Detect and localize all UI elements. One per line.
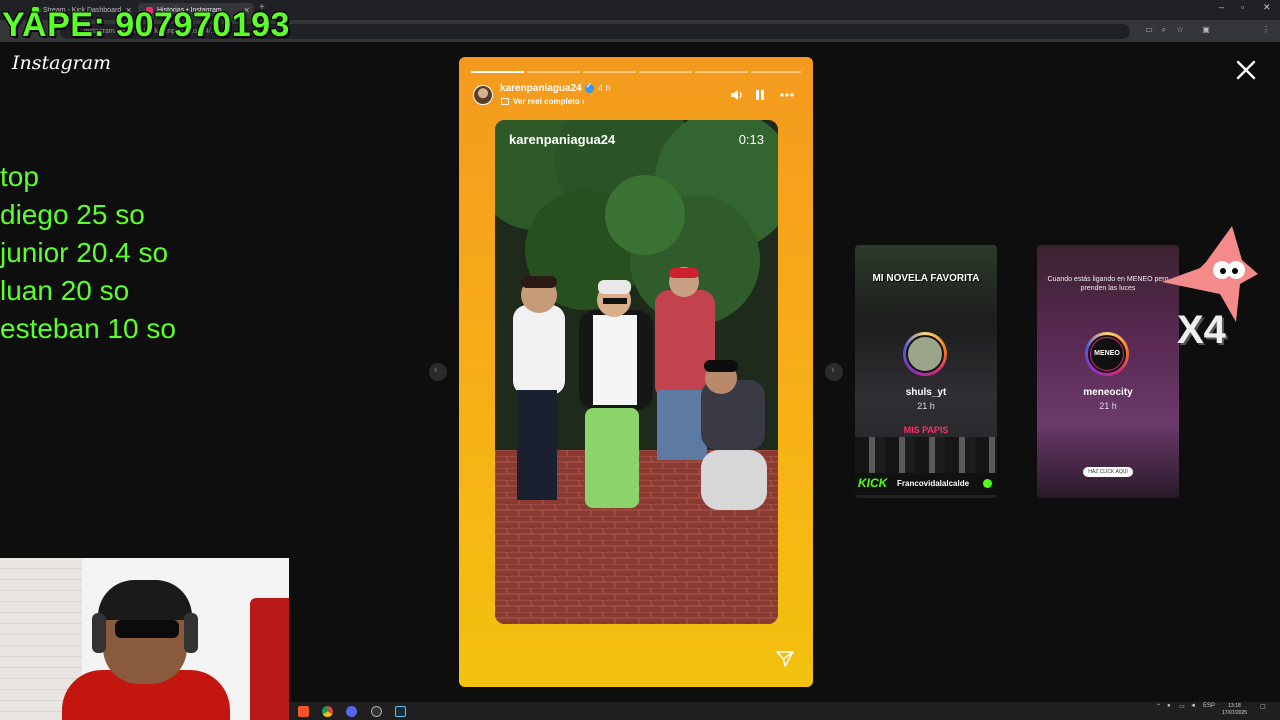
story-avatar[interactable] [473,85,493,105]
video-timestamp: 0:13 [738,132,764,147]
ranking-line: diego 25 so [0,199,145,230]
reel-link-text: Ver reel completo [513,97,580,106]
yape-overlay: YAPE: 907970193 [2,6,290,44]
preview-group-photo [855,437,997,473]
pause-icon[interactable] [752,87,768,103]
headphones-icon [92,613,106,653]
zoom-icon[interactable]: ⌕ [1159,25,1169,35]
send-icon[interactable] [775,649,795,669]
kick-banner: KICK Francovidalalcalde [855,473,997,495]
preview-caption: MI NOVELA FAVORITA [872,273,980,284]
microphone-icon[interactable]: ● [1167,703,1171,709]
previous-story-button[interactable]: ‹ [429,363,447,381]
obs-icon[interactable] [371,706,382,717]
preview-username: shuls_yt [905,387,947,398]
preview-avatar-ring: MENEO [1085,332,1129,376]
verified-badge-icon [584,82,594,93]
preview-time: 21 h [1099,401,1117,411]
preview-label: MIS PAPIS [903,425,949,435]
story-username-text: karenpaniagua24 [500,83,582,94]
next-story-button[interactable]: › [825,363,843,381]
kick-logo: KICK [858,476,888,490]
more-icon[interactable] [779,87,795,103]
meneo-logo: MENEO [1090,337,1124,371]
story-progress-segment [583,71,636,73]
video-username: karenpaniagua24 [509,132,616,147]
ranking-line: junior 20.4 so [0,237,169,268]
x4-sticker: X4 [1177,308,1226,352]
bookmark-star-icon[interactable]: ☆ [1175,25,1185,35]
language-indicator[interactable]: ESP [1203,703,1215,709]
reel-icon [501,98,509,106]
webcam-feed [0,558,289,720]
story-progress-segment [695,71,748,73]
preview-cta-sticker: HAZ CLICK AQUÍ [1083,467,1133,477]
clock-time: 13:18 [1228,703,1241,709]
clock-date: 17/07/2025 [1222,710,1248,716]
extensions-icon[interactable]: ▣ [1201,25,1211,35]
preview-avatar-ring [903,332,947,376]
preview-time: 21 h [917,401,935,411]
window-close-icon[interactable]: ✕ [1263,2,1271,13]
brave-icon[interactable] [298,706,309,717]
preview-username: meneocity [1083,387,1133,398]
discord-icon[interactable] [346,706,357,717]
steam-icon[interactable] [395,706,406,717]
story-preview-shuls[interactable]: MI NOVELA FAVORITA shuls_yt 21 h MIS PAP… [855,245,997,498]
story-video[interactable]: karenpaniagua24 0:13 [495,120,778,624]
close-icon[interactable] [1234,58,1258,82]
speaker-icon[interactable]: ◄ [1190,703,1196,709]
kick-username: Francovidalalcalde [897,479,970,488]
story-username[interactable]: karenpaniagua24 [500,82,594,94]
webcam-sunglasses [115,620,179,638]
story-time-ago: 4 h [598,83,611,93]
ranking-line: luan 20 so [0,275,130,306]
screen: Stream - Kick Dashboard ✕ Historias • In… [0,0,1280,720]
ranking-line: top [0,161,39,192]
story-viewer[interactable]: karenpaniagua24 4 h Ver reel completo › [459,57,813,687]
view-full-reel-link[interactable]: Ver reel completo › [501,97,585,106]
webcam-chair [250,598,289,720]
taskbar [289,702,1280,720]
menu-icon[interactable]: ⋮ [1261,25,1271,35]
instagram-logo[interactable]: Instagram [12,52,111,74]
ranking-line: esteban 10 so [0,313,176,344]
story-progress-segment [751,71,801,73]
donation-ranking: top diego 25 so junior 20.4 so luan 20 s… [0,158,176,348]
story-preview-meneocity[interactable]: Cuando estás ligando en MENEO pero prend… [1037,245,1179,498]
headphones-icon [184,613,198,653]
story-video-frame [495,120,778,624]
cast-icon[interactable]: ▭ [1144,25,1154,35]
preview-caption: Cuando estás ligando en MENEO pero prend… [1047,276,1169,292]
story-progress-segment [471,71,524,73]
chrome-icon[interactable] [322,706,333,717]
system-clock[interactable]: 13:18 17/07/2025 [1222,703,1247,717]
story-progress-segment [527,71,580,73]
minimize-icon[interactable]: – [1219,2,1224,12]
maximize-icon[interactable]: ▫ [1241,2,1244,12]
volume-icon[interactable] [729,87,745,103]
notifications-icon[interactable]: ▢ [1260,703,1266,710]
tray-overflow-icon[interactable]: ⌃ [1156,703,1161,710]
kick-verified-icon [983,479,992,488]
story-progress-segment [639,71,692,73]
network-icon[interactable]: ▭ [1179,703,1185,710]
